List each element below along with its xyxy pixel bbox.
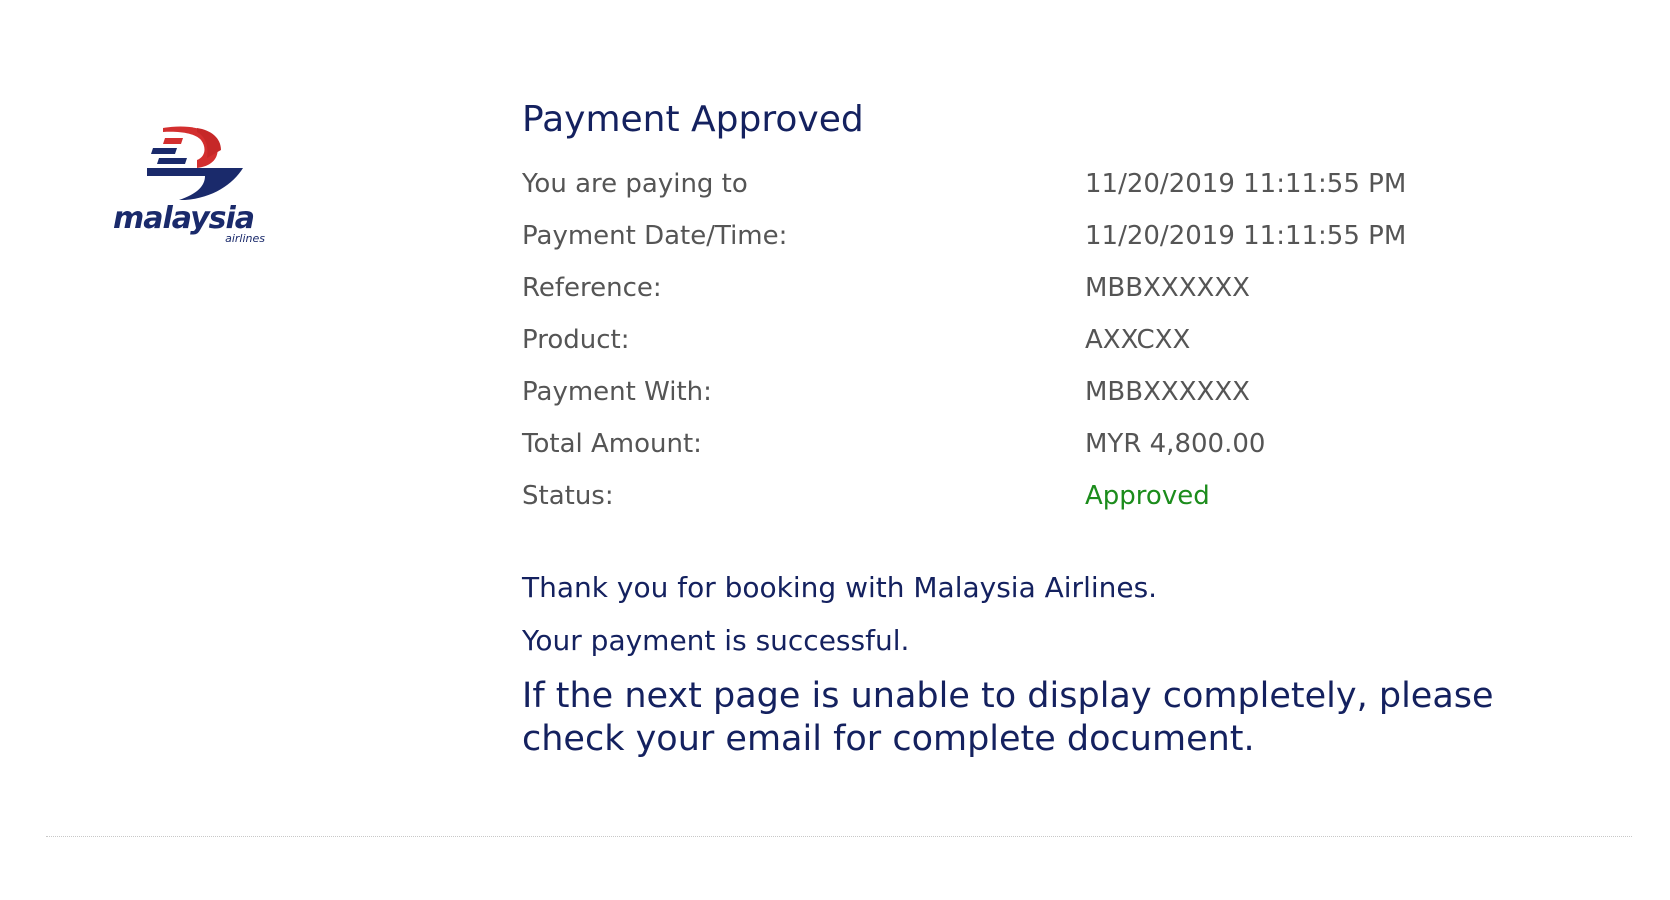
detail-row-product: Product: AXXCXX [522,318,1582,370]
detail-row-paying-to: You are paying to 11/20/2019 11:11:55 PM [522,162,1582,214]
page-title: Payment Approved [522,99,864,140]
detail-label: Product: [522,325,630,355]
detail-label: Payment Date/Time: [522,221,788,251]
total-amount-value: MYR 4,800.00 [1085,429,1266,459]
footer-divider [46,836,1632,837]
detail-value: AXXCXX [1085,325,1191,355]
detail-label: Total Amount: [522,429,702,459]
logo-wordmark: malaysia [113,201,255,236]
detail-row-payment-datetime: Payment Date/Time: 11/20/2019 11:11:55 P… [522,214,1582,266]
payment-details: You are paying to 11/20/2019 11:11:55 PM… [522,162,1582,526]
detail-value: 11/20/2019 11:11:55 PM [1085,169,1407,199]
detail-row-reference: Reference: MBBXXXXXX [522,266,1582,318]
detail-label: Reference: [522,273,662,303]
detail-value: 11/20/2019 11:11:55 PM [1085,221,1407,251]
detail-row-payment-with: Payment With: MBBXXXXXX [522,370,1582,422]
detail-label: Status: [522,481,614,511]
detail-value: MBBXXXXXX [1085,273,1250,303]
logo-subtitle: airlines [225,232,265,245]
success-message: Your payment is successful. [522,624,910,657]
detail-row-total-amount: Total Amount: MYR 4,800.00 [522,422,1582,474]
detail-label: Payment With: [522,377,712,407]
detail-label: You are paying to [522,169,748,199]
detail-row-status: Status: Approved [522,474,1582,526]
malaysia-airlines-logo: malaysia airlines [113,124,269,248]
thank-you-message: Thank you for booking with Malaysia Airl… [522,571,1158,604]
email-notice: If the next page is unable to display co… [522,676,1494,759]
payment-summary: Payment Approved You are paying to 11/20… [522,96,1582,761]
status-badge: Approved [1085,481,1210,511]
kite-icon [147,126,243,200]
detail-value: MBBXXXXXX [1085,377,1250,407]
